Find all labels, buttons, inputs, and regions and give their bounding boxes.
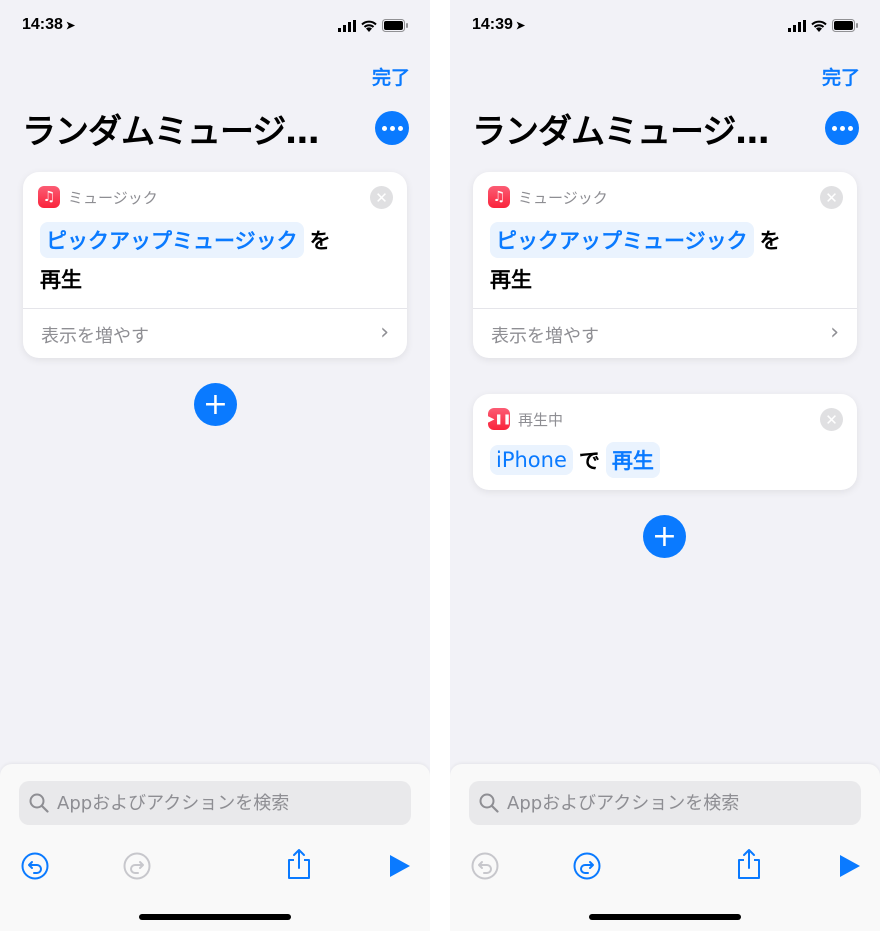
plus-icon: + — [651, 518, 678, 554]
show-more-button[interactable]: 表示を増やす — [491, 322, 599, 348]
music-app-icon: ♫ — [488, 186, 510, 208]
now-playing-app-icon: ▶❚❚ — [487, 408, 511, 430]
chevron-right-icon[interactable]: › — [380, 320, 389, 345]
divider — [473, 308, 857, 309]
ellipsis-icon — [831, 125, 837, 131]
remove-action-button[interactable]: ✕ — [370, 186, 393, 209]
search-icon — [29, 793, 49, 813]
remove-action-button[interactable]: ✕ — [820, 186, 843, 209]
action-verb: 再生 — [490, 268, 532, 292]
add-action-button[interactable]: + — [194, 383, 237, 426]
undo-icon[interactable] — [471, 852, 499, 880]
action-app-name: ミュージック — [68, 188, 158, 207]
bottom-sheet — [0, 764, 430, 931]
play-icon[interactable] — [389, 854, 411, 878]
music-app-icon: ♫ — [38, 186, 60, 208]
show-more-button[interactable]: 表示を増やす — [41, 322, 149, 348]
screen-after: 14:39 ➤ 完了 ランダムミュージ… ♫ ミュージック ✕ ピックアップミュー… — [450, 0, 880, 931]
add-action-button[interactable]: + — [643, 515, 686, 558]
divider — [23, 308, 407, 309]
search-input[interactable] — [55, 791, 379, 815]
music-parameter-token[interactable]: ピックアップミュージック — [490, 222, 754, 258]
undo-icon[interactable] — [21, 852, 49, 880]
more-options-button[interactable] — [825, 111, 859, 145]
done-button[interactable]: 完了 — [372, 63, 410, 90]
action-verb: 再生 — [40, 268, 82, 292]
home-indicator — [589, 914, 741, 920]
shortcut-title: ランダムミュージ… — [472, 112, 769, 152]
wifi-icon — [361, 20, 377, 32]
status-time: 14:39 ➤ — [472, 16, 526, 33]
playback-parameter-token[interactable]: 再生 — [605, 442, 660, 478]
wifi-icon — [811, 20, 827, 32]
toolbar — [450, 844, 880, 889]
music-parameter-token[interactable]: ピックアップミュージック — [40, 222, 304, 258]
action-card-play-music[interactable]: ♫ ミュージック ✕ ピックアップミュージック を 再生 表示を増やす › — [23, 172, 407, 358]
share-icon[interactable] — [286, 848, 312, 880]
action-card-now-playing[interactable]: ▶❚❚ 再生中 ✕ iPhone で 再生 — [473, 394, 857, 490]
device-parameter-token[interactable]: iPhone — [490, 445, 573, 475]
more-options-button[interactable] — [375, 111, 409, 145]
signal-icon — [788, 19, 806, 32]
plus-icon: + — [202, 386, 229, 422]
search-input[interactable] — [505, 791, 829, 815]
search-field[interactable] — [19, 781, 411, 825]
location-icon: ➤ — [65, 20, 76, 32]
action-text: を — [309, 229, 331, 253]
battery-icon — [832, 19, 858, 32]
ellipsis-icon — [381, 125, 387, 131]
redo-icon[interactable] — [123, 852, 151, 880]
battery-icon — [382, 19, 408, 32]
action-app-name: 再生中 — [518, 410, 564, 429]
chevron-right-icon[interactable]: › — [830, 320, 839, 345]
action-text: で — [578, 449, 600, 473]
location-icon: ➤ — [515, 20, 526, 32]
action-app-name: ミュージック — [518, 188, 608, 207]
share-icon[interactable] — [736, 848, 762, 880]
remove-action-button[interactable]: ✕ — [820, 408, 843, 431]
bottom-sheet — [450, 764, 880, 931]
search-field[interactable] — [469, 781, 861, 825]
redo-icon[interactable] — [573, 852, 601, 880]
toolbar — [0, 844, 430, 889]
search-icon — [479, 793, 499, 813]
screen-before: 14:38 ➤ 完了 ランダムミュージ… ♫ ミュージック ✕ ピックアップミュー… — [0, 0, 430, 931]
status-bar: 14:38 ➤ — [22, 16, 408, 38]
signal-icon — [338, 19, 356, 32]
action-text: を — [759, 229, 781, 253]
home-indicator — [139, 914, 291, 920]
action-card-play-music[interactable]: ♫ ミュージック ✕ ピックアップミュージック を 再生 表示を増やす › — [473, 172, 857, 358]
status-bar: 14:39 ➤ — [472, 16, 858, 38]
play-icon[interactable] — [839, 854, 861, 878]
status-time: 14:38 ➤ — [22, 16, 76, 33]
shortcut-title: ランダムミュージ… — [22, 112, 319, 152]
done-button[interactable]: 完了 — [822, 63, 860, 90]
